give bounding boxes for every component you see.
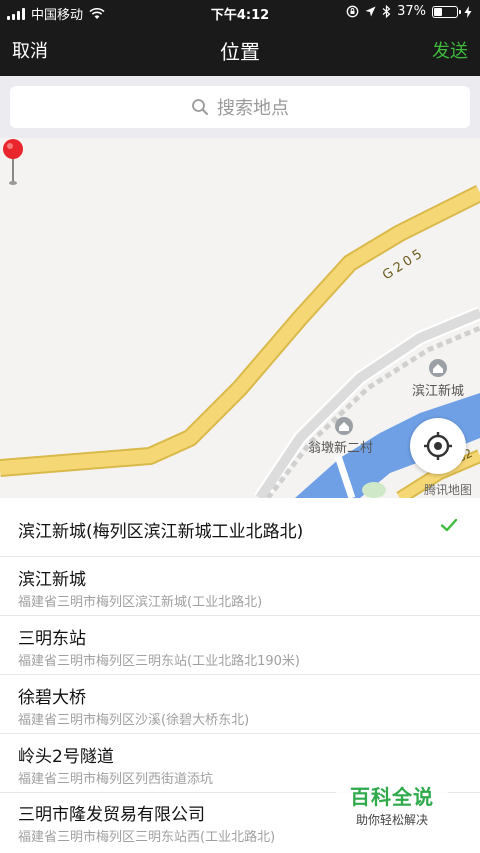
crosshair-icon [424, 432, 452, 460]
cancel-button[interactable]: 取消 [12, 37, 48, 63]
location-name: 三明东站 [18, 629, 86, 649]
list-item[interactable]: 滨江新城(梅列区滨江新城工业北路北) [0, 498, 480, 557]
watermark-title: 百科全说 [350, 785, 434, 809]
location-address: 福建省三明市梅列区列西街道添坑 [18, 772, 214, 787]
status-right: 37% [346, 4, 472, 19]
location-address: 福建省三明市梅列区三明东站西(工业北路北) [18, 830, 276, 845]
search-icon [192, 99, 208, 115]
search-placeholder: 搜索地点 [217, 98, 289, 119]
location-pin-icon [3, 139, 23, 185]
map-view[interactable]: G205 G2 滨江新城 翁墩新二村 腾讯地图 [0, 138, 480, 498]
watermark-subtitle: 助你轻松解决 [355, 813, 428, 827]
list-item[interactable]: 滨江新城 福建省三明市梅列区滨江新城(工业北路北) [0, 557, 480, 616]
battery-percent: 37% [397, 4, 426, 19]
location-arrow-icon [365, 6, 376, 17]
bluetooth-icon [382, 5, 391, 18]
battery-fill [434, 7, 442, 16]
send-button[interactable]: 发送 [432, 37, 468, 63]
park-area [362, 482, 386, 498]
location-address: 福建省三明市梅列区滨江新城(工业北路北) [18, 595, 263, 610]
page-title: 位置 [220, 40, 260, 64]
location-name: 滨江新城 [18, 570, 86, 590]
place-label-wengdun: 翁墩新二村 [308, 441, 374, 456]
location-name: 岭头2号隧道 [18, 747, 114, 767]
location-name: 徐碧大桥 [18, 688, 86, 708]
battery-icon [432, 5, 461, 18]
place-label-binjiang: 滨江新城 [412, 384, 465, 399]
status-bar: 中国移动 下午4:12 37% [0, 0, 480, 24]
location-address: 福建省三明市梅列区三明东站(工业北路北190米) [18, 654, 300, 669]
list-item[interactable]: 徐碧大桥 福建省三明市梅列区沙溪(徐碧大桥东北) [0, 675, 480, 734]
map-canvas: G205 G2 [0, 184, 480, 498]
home-icon [335, 417, 353, 435]
location-name: 三明市隆发贸易有限公司 [18, 805, 205, 825]
location-name: 滨江新城(梅列区滨江新城工业北路北) [18, 522, 304, 542]
lock-rotation-icon [346, 5, 359, 18]
watermark-logo: 百科全说 助你轻松解决 [336, 775, 448, 829]
locate-me-button[interactable] [410, 418, 466, 474]
checkmark-icon [440, 518, 458, 532]
home-icon [429, 359, 447, 377]
map-attribution: 腾讯地图 [424, 483, 473, 497]
navigation-bar: 取消 位置 发送 [0, 24, 480, 76]
search-bar-container: 搜索地点 [0, 76, 480, 138]
search-input[interactable]: 搜索地点 [10, 86, 470, 128]
charging-icon [464, 5, 472, 18]
location-address: 福建省三明市梅列区沙溪(徐碧大桥东北) [18, 713, 250, 728]
list-item[interactable]: 三明东站 福建省三明市梅列区三明东站(工业北路北190米) [0, 616, 480, 675]
